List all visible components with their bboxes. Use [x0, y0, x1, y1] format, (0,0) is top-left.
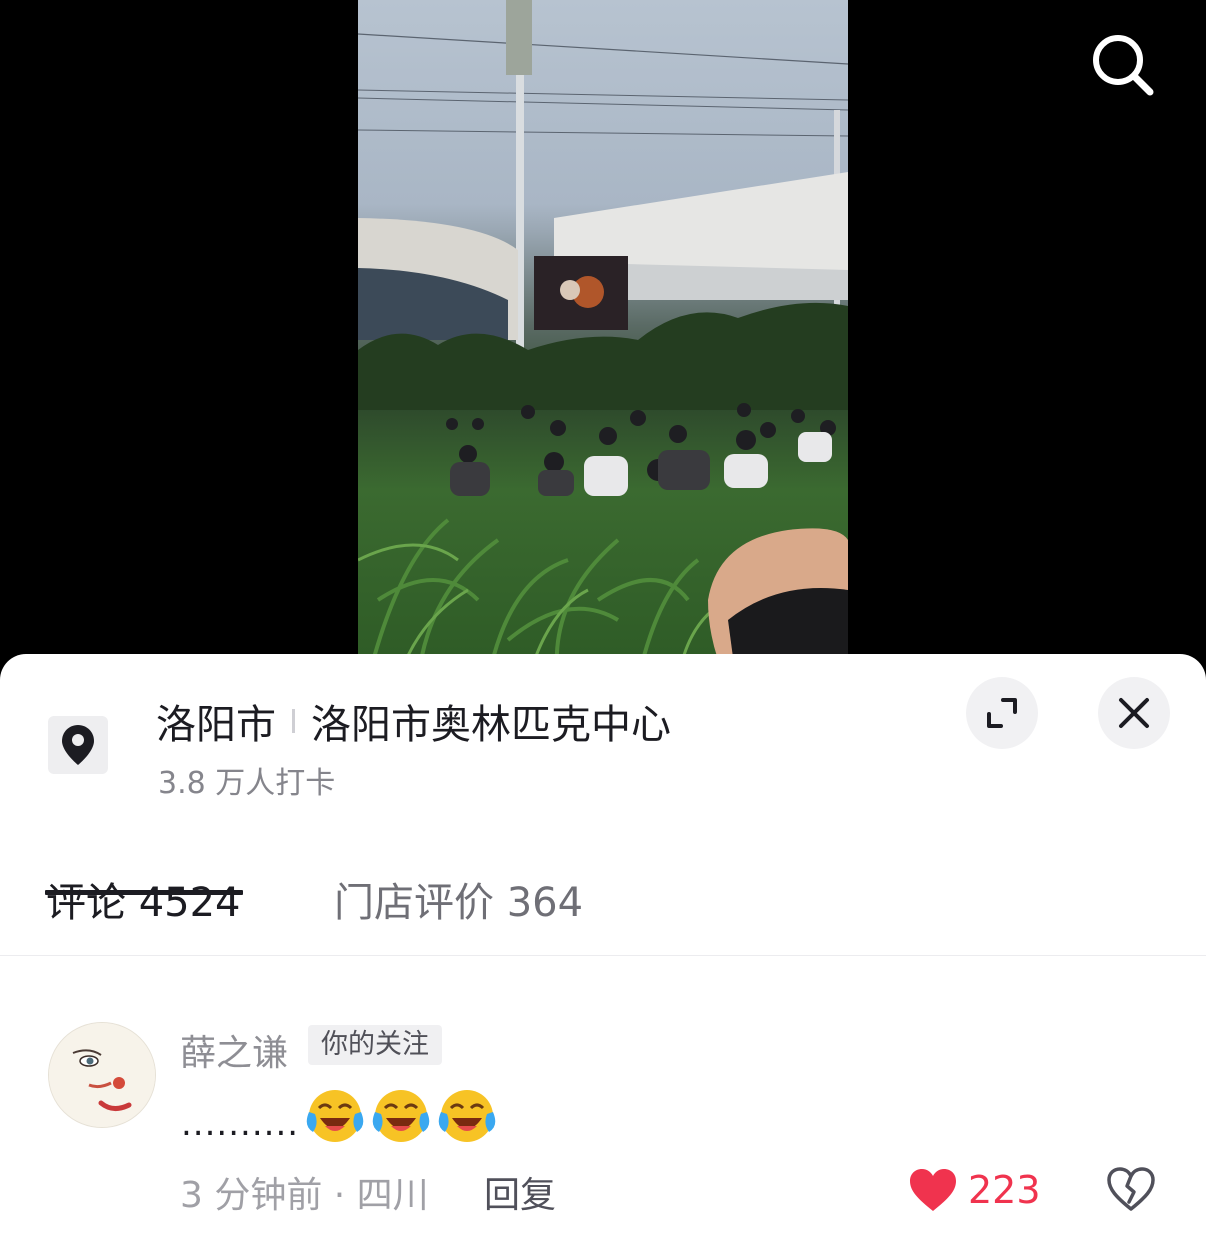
location-title[interactable]: 洛阳市 洛阳市奥林匹克中心	[156, 694, 671, 748]
tab-store-reviews[interactable]: 门店评价 364	[334, 870, 583, 928]
title-separator	[292, 709, 295, 733]
following-badge: 你的关注	[308, 1025, 442, 1065]
like-count: 223	[968, 1168, 1041, 1212]
dislike-button[interactable]	[1106, 1166, 1156, 1212]
search-icon	[1093, 35, 1154, 96]
like-button[interactable]: 223	[908, 1164, 1041, 1216]
tab-bar: 评论 4524 门店评价 364	[0, 860, 1206, 956]
active-tab-indicator	[45, 890, 243, 895]
close-icon	[1119, 698, 1149, 728]
location-icon-box	[48, 716, 108, 774]
location-place[interactable]: 洛阳市奥林匹克中心	[311, 692, 671, 750]
video-frame[interactable]	[358, 0, 848, 680]
face-with-tears-of-joy-emoji	[372, 1090, 430, 1142]
avatar[interactable]	[48, 1022, 156, 1128]
expand-button[interactable]	[966, 677, 1038, 749]
tab-comments[interactable]: 评论 4524	[46, 870, 241, 928]
search-button[interactable]	[1088, 30, 1156, 98]
avatar-image	[49, 1023, 155, 1127]
face-with-tears-of-joy-emoji	[438, 1090, 496, 1142]
comment-body: ..........	[181, 1086, 497, 1144]
video-thumbnail	[358, 0, 848, 680]
face-with-tears-of-joy-emoji	[306, 1090, 364, 1142]
location-city[interactable]: 洛阳市	[156, 692, 276, 750]
comment-meta: 3 分钟前 · 四川	[180, 1175, 429, 1216]
location-pin-icon	[62, 725, 94, 765]
comment-text: ..........	[181, 1104, 300, 1144]
video-player[interactable]	[0, 0, 1206, 680]
broken-heart-icon	[1107, 1167, 1155, 1211]
expand-icon	[987, 698, 1017, 728]
close-button[interactable]	[1098, 677, 1170, 749]
comment-username[interactable]: 薛之谦	[180, 1024, 288, 1076]
heart-icon	[910, 1169, 956, 1211]
checkin-count: 3.8 万人打卡	[158, 766, 336, 801]
reply-button[interactable]: 回复	[484, 1166, 556, 1218]
